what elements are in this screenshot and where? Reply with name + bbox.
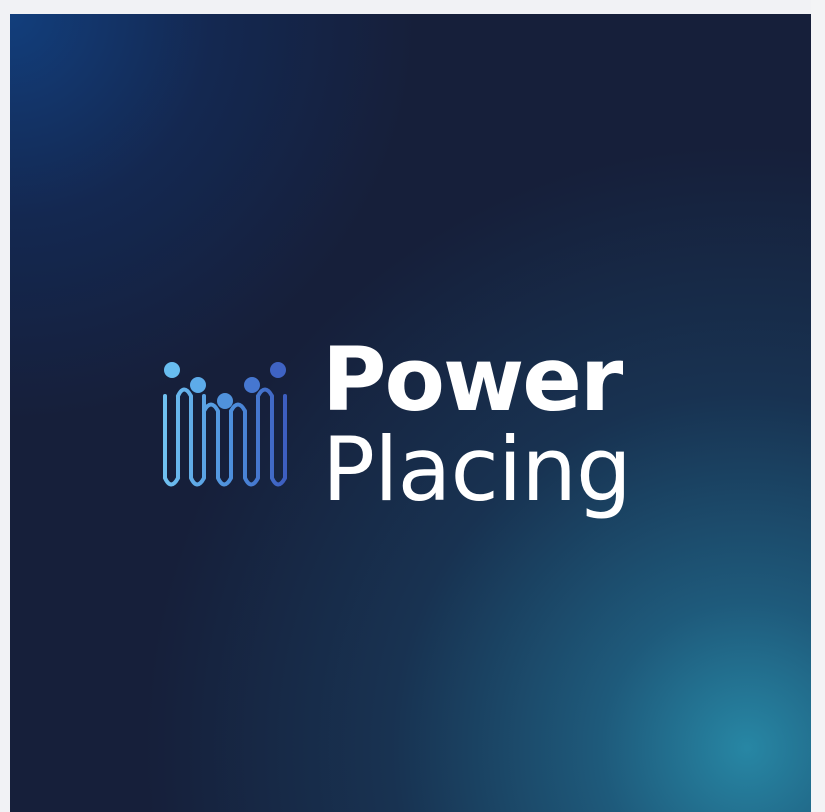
- brand-name-line-2: Placing: [322, 418, 632, 521]
- logo-head-2: [190, 377, 206, 393]
- logo-head-4: [244, 377, 260, 393]
- logo-head-5: [270, 362, 286, 378]
- page-edge: [811, 0, 825, 812]
- people-wave-logo-icon: [163, 362, 287, 487]
- logo-head-1: [164, 362, 180, 378]
- brand-wordmark: Power Placing: [322, 328, 632, 521]
- logo-head-3: [217, 393, 233, 409]
- brand-banner: Power Placing: [10, 14, 811, 812]
- brand-name-line-1: Power: [322, 328, 623, 431]
